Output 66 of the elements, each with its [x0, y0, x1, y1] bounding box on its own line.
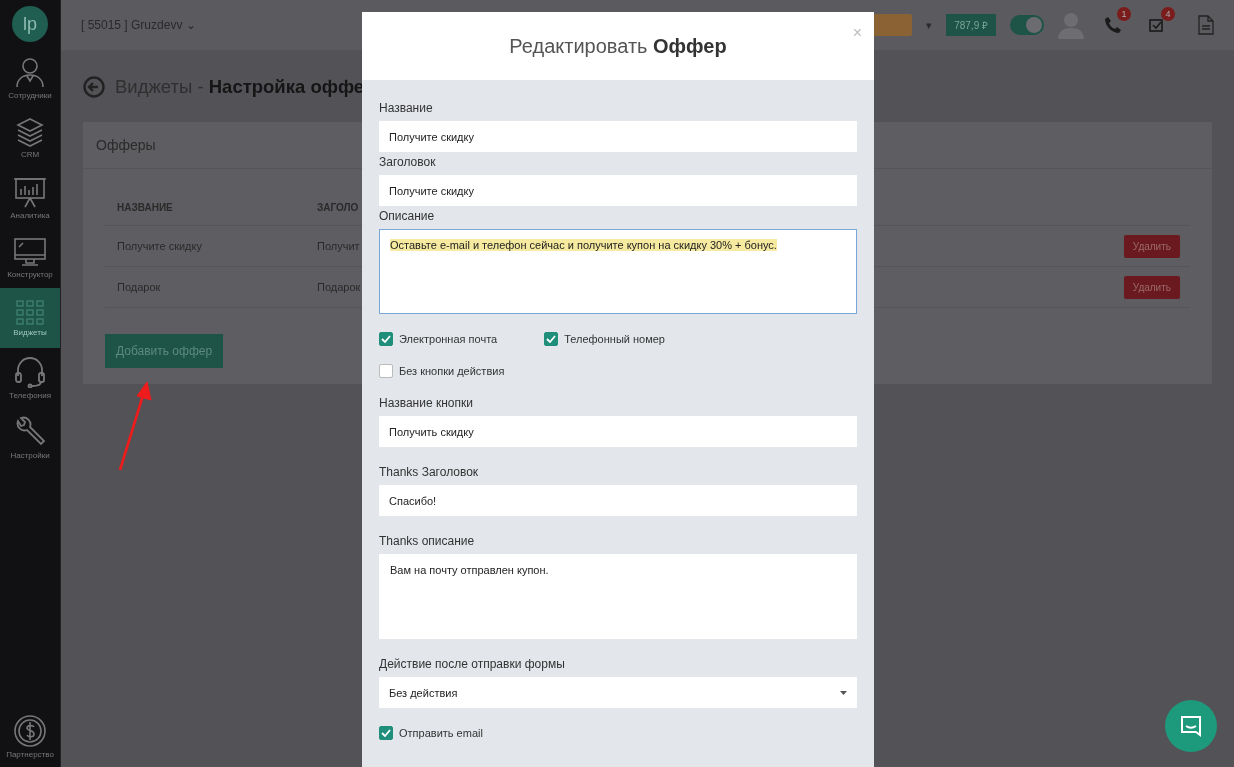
column-header: НАЗВАНИЕ [117, 201, 174, 213]
sidebar-item[interactable]: Конструктор [0, 228, 60, 288]
sidebar-label: Конструктор [7, 270, 53, 279]
sidebar-item[interactable]: Виджеты [0, 288, 60, 348]
dialog-title: Редактировать Оффер [509, 34, 727, 58]
wrench-icon [14, 416, 46, 448]
caret-icon [840, 690, 847, 695]
sidebar-label: Настройки [10, 451, 50, 460]
headset-icon [14, 356, 46, 388]
sidebar-item[interactable]: Аналитика [0, 168, 60, 228]
chart-board-icon [13, 176, 47, 208]
sidebar-item[interactable]: Сотрудники [0, 48, 60, 108]
toggle-switch[interactable] [1010, 15, 1044, 35]
text-area[interactable]: Вам на почту отправлен купон. [379, 554, 857, 639]
field-label: Thanks Заголовок [379, 465, 480, 479]
text-field[interactable]: Получите скидку [379, 175, 857, 206]
text-field[interactable]: Получите скидку [379, 121, 857, 152]
monitor-icon [13, 237, 47, 267]
checkbox[interactable] [379, 364, 393, 378]
sidebar-item[interactable]: Партнерство [0, 707, 60, 767]
text-area[interactable]: Оставьте e-mail и телефон сейчас и получите купон на скидку 30% + бонус. [379, 229, 857, 314]
select-field[interactable]: Без действия [379, 677, 857, 708]
sidebar-label: Аналитика [10, 211, 50, 220]
balance-badge: 787,9 ₽ [946, 14, 996, 36]
field-label: Описание [379, 209, 436, 223]
chat-button[interactable] [1165, 700, 1217, 752]
person-icon [15, 56, 45, 88]
checkbox[interactable] [379, 726, 393, 740]
field-label: Заголовок [379, 155, 437, 169]
column-header: ЗАГОЛО [317, 201, 359, 213]
dollar-coin-icon [14, 715, 46, 747]
sidebar-item[interactable]: Настройки [0, 408, 60, 468]
field-label: Действие после отправки формы [379, 657, 566, 671]
sidebar-label: Виджеты [13, 328, 47, 337]
sidebar-item[interactable]: CRM [0, 108, 60, 168]
sidebar-label: Сотрудники [8, 91, 52, 100]
checkbox-label: Отправить email [399, 727, 483, 739]
sidebar-label: CRM [20, 150, 40, 159]
back-icon[interactable] [83, 76, 105, 98]
chat-icon [1179, 715, 1203, 737]
table-cell-text: Подарок [117, 281, 162, 293]
sidebar-item[interactable]: Телефония [0, 348, 60, 408]
notification-badge: 4 [1161, 7, 1175, 21]
field-label: Название кнопки [379, 396, 474, 410]
add-offer-button[interactable]: Добавить оффер [105, 334, 224, 368]
field-label: Название [379, 101, 434, 115]
phone-icon[interactable] [1104, 16, 1122, 34]
layers-icon [16, 117, 44, 147]
delete-button[interactable]: Удалить [1123, 275, 1180, 299]
checkbox-label: Без кнопки действия [399, 365, 505, 377]
sidebar-label: Телефония [9, 391, 51, 400]
checkbox-label: Электронная почта [399, 333, 498, 345]
notification-badge: 1 [1117, 7, 1131, 21]
text-field[interactable]: Получить скидку [379, 416, 857, 447]
checkbox-label: Телефонный номер [564, 333, 665, 345]
sidebar-label: Партнерство [6, 750, 54, 759]
field-label: Thanks описание [379, 534, 476, 548]
table-cell: Подарок [317, 281, 361, 293]
delete-button[interactable]: Удалить [1123, 234, 1180, 258]
checkbox[interactable] [544, 332, 559, 346]
document-icon[interactable] [1198, 15, 1214, 35]
grid-icon [15, 299, 45, 325]
checkbox[interactable] [379, 332, 393, 346]
text-field[interactable]: Спасибо! [379, 485, 857, 516]
logo[interactable]: lp [12, 6, 48, 42]
checkbox-icon[interactable] [1148, 16, 1166, 34]
